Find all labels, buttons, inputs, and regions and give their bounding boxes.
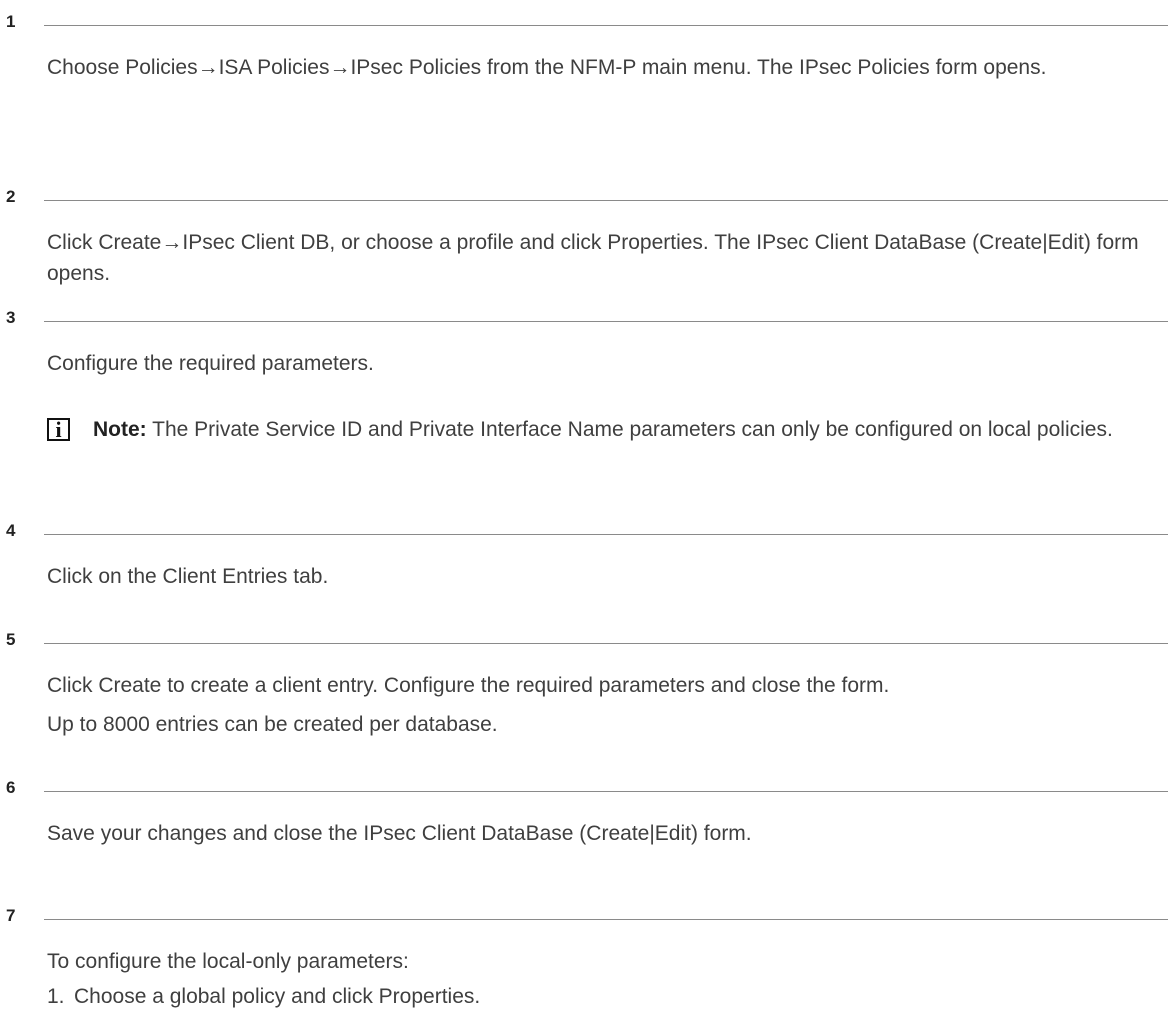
step-header: 5 bbox=[0, 630, 1176, 656]
step-number: 7 bbox=[6, 906, 16, 925]
step-1: 1 Choose Policies→ISA Policies→IPsec Pol… bbox=[0, 12, 1176, 79]
step-number: 4 bbox=[6, 521, 16, 540]
step-header: 2 bbox=[0, 187, 1176, 213]
step-5: 5 Click Create to create a client entry.… bbox=[0, 630, 1176, 736]
step-divider bbox=[44, 321, 1168, 322]
note-body: The Private Service ID and Private Inter… bbox=[152, 418, 1113, 441]
step-header: 4 bbox=[0, 521, 1176, 547]
step-number: 5 bbox=[6, 630, 16, 649]
step-text: Click Create to create a client entry. C… bbox=[47, 674, 890, 697]
step-number: 1 bbox=[6, 12, 16, 31]
procedure-document: 1 Choose Policies→ISA Policies→IPsec Pol… bbox=[0, 0, 1176, 1017]
step-2: 2 Click Create→IPsec Client DB, or choos… bbox=[0, 187, 1176, 285]
step-text: Save your changes and close the IPsec Cl… bbox=[47, 822, 752, 845]
step-text-secondary: Up to 8000 entries can be created per da… bbox=[47, 713, 498, 736]
list-item-number: 1. bbox=[47, 985, 65, 1008]
step-number: 2 bbox=[6, 187, 16, 206]
list-item: 1. Choose a global policy and click Prope… bbox=[47, 981, 480, 1012]
step-divider bbox=[44, 25, 1168, 26]
step-divider bbox=[44, 534, 1168, 535]
step-divider bbox=[44, 643, 1168, 644]
step-header: 7 bbox=[0, 906, 1176, 932]
step-text: Click on the Client Entries tab. bbox=[47, 565, 329, 588]
step-text: Choose Policies→ISA Policies→IPsec Polic… bbox=[47, 56, 1047, 79]
step-header: 3 bbox=[0, 308, 1176, 334]
step-text: Click Create→IPsec Client DB, or choose … bbox=[47, 231, 1139, 285]
list-item-text: Choose a global policy and click Propert… bbox=[74, 985, 481, 1008]
note-label: Note: bbox=[93, 418, 147, 441]
step-divider bbox=[44, 200, 1168, 201]
step-divider bbox=[44, 791, 1168, 792]
step-text: Configure the required parameters. bbox=[47, 352, 374, 375]
info-icon: i bbox=[47, 418, 70, 441]
note-text: Note: The Private Service ID and Private… bbox=[93, 414, 1156, 445]
step-6: 6 Save your changes and close the IPsec … bbox=[0, 778, 1176, 845]
step-number: 6 bbox=[6, 778, 16, 797]
step-header: 6 bbox=[0, 778, 1176, 804]
step-header: 1 bbox=[0, 12, 1176, 38]
step-text: To configure the local-only parameters: bbox=[47, 950, 409, 973]
step-3: 3 Configure the required parameters. i N… bbox=[0, 308, 1176, 441]
step-divider bbox=[44, 919, 1168, 920]
step-number: 3 bbox=[6, 308, 16, 327]
step-4: 4 Click on the Client Entries tab. bbox=[0, 521, 1176, 588]
step-7: 7 To configure the local-only parameters… bbox=[0, 906, 1176, 1008]
